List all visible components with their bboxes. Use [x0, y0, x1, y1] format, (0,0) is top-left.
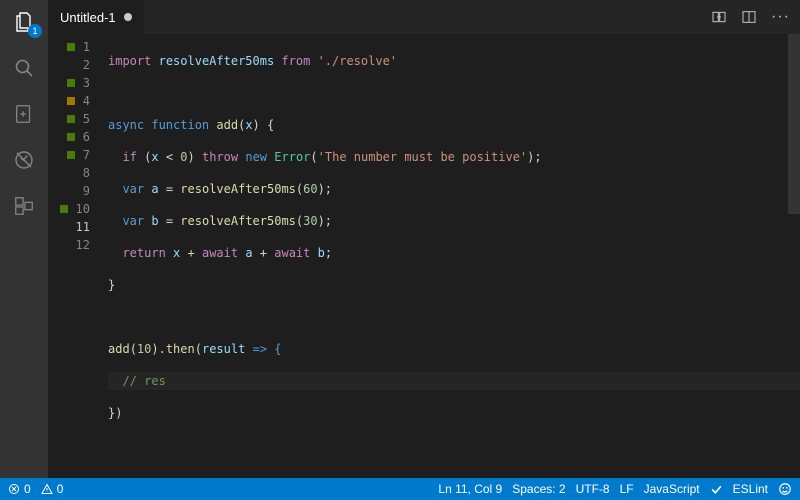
editor-scrollbar[interactable]	[788, 34, 800, 478]
line-gutter: 1 2 3 4 5 6 7 8 9 10 11 12	[48, 34, 108, 478]
tab-untitled[interactable]: Untitled-1	[48, 0, 144, 34]
activity-extensions[interactable]	[10, 192, 38, 220]
status-encoding[interactable]: UTF-8	[576, 482, 610, 496]
status-bar: 0 0 Ln 11, Col 9 Spaces: 2 UTF-8 LF Java…	[0, 478, 800, 500]
activity-explorer[interactable]: 1	[10, 8, 38, 36]
more-actions-icon[interactable]: ···	[771, 8, 790, 26]
status-eol[interactable]: LF	[620, 482, 634, 496]
activity-bar: 1	[0, 0, 48, 478]
extensions-icon	[13, 195, 35, 217]
activity-search[interactable]	[10, 54, 38, 82]
compare-changes-icon[interactable]	[711, 9, 727, 25]
code-editor[interactable]: 1 2 3 4 5 6 7 8 9 10 11 12 import resolv…	[48, 34, 800, 478]
status-warnings[interactable]: 0	[41, 482, 64, 496]
status-cursor-position[interactable]: Ln 11, Col 9	[438, 482, 502, 496]
status-indentation[interactable]: Spaces: 2	[512, 482, 565, 496]
status-eslint[interactable]: ESLint	[733, 482, 768, 496]
tab-dirty-indicator	[124, 13, 132, 21]
status-language[interactable]: JavaScript	[644, 482, 700, 496]
code-content[interactable]: import resolveAfter50ms from './resolve'…	[108, 34, 800, 478]
tab-title: Untitled-1	[60, 10, 116, 25]
editor-area: Untitled-1 ··· 1 2 3 4 5 6 7	[48, 0, 800, 478]
status-feedback[interactable]	[778, 482, 792, 496]
check-icon	[710, 483, 723, 496]
split-editor-icon[interactable]	[741, 9, 757, 25]
error-icon	[8, 483, 20, 495]
activity-debug[interactable]	[10, 146, 38, 174]
tab-actions: ···	[701, 0, 800, 34]
status-eslint-check[interactable]	[710, 483, 723, 496]
status-errors[interactable]: 0	[8, 482, 31, 496]
tab-bar: Untitled-1 ···	[48, 0, 800, 34]
warning-icon	[41, 483, 53, 495]
scrollbar-thumb[interactable]	[788, 34, 800, 214]
search-icon	[12, 56, 36, 80]
debug-icon	[12, 148, 36, 172]
explorer-badge: 1	[28, 24, 42, 38]
activity-source-control[interactable]	[10, 100, 38, 128]
diff-added-icon	[13, 103, 35, 125]
smiley-icon	[778, 482, 792, 496]
